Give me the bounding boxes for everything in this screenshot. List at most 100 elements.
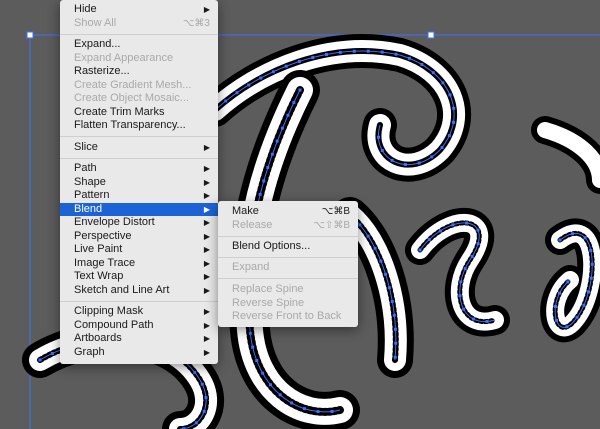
anchor-point[interactable] — [431, 71, 435, 75]
anchor-point[interactable] — [582, 303, 586, 307]
anchor-point[interactable] — [583, 236, 587, 240]
anchor-point[interactable] — [258, 192, 262, 196]
anchor-point[interactable] — [316, 410, 320, 414]
anchor-point[interactable] — [380, 50, 384, 54]
menu-item-show-all[interactable]: Show All ⌥⌘3 — [60, 17, 218, 31]
anchor-point[interactable] — [352, 49, 356, 53]
anchor-point[interactable] — [390, 158, 394, 162]
anchor-point[interactable] — [392, 313, 396, 317]
anchor-point[interactable] — [270, 152, 274, 156]
anchor-point[interactable] — [338, 50, 342, 54]
anchor-point[interactable] — [427, 238, 431, 242]
anchor-point[interactable] — [366, 234, 370, 238]
anchor-point[interactable] — [298, 88, 302, 92]
anchor-point[interactable] — [566, 280, 570, 284]
anchor-point[interactable] — [330, 409, 334, 413]
anchor-point[interactable] — [418, 248, 422, 252]
menu-item-release[interactable]: Release ⌥⇧⌘B — [218, 219, 358, 233]
anchor-point[interactable] — [50, 351, 54, 355]
anchor-point[interactable] — [555, 318, 559, 322]
anchor-point[interactable] — [311, 56, 315, 60]
anchor-point[interactable] — [390, 299, 394, 303]
menu-item-shape[interactable]: Shape ▶ — [60, 176, 218, 190]
anchor-point[interactable] — [373, 246, 377, 250]
anchor-point[interactable] — [417, 161, 421, 165]
anchor-point[interactable] — [290, 401, 294, 405]
anchor-point[interactable] — [259, 76, 263, 80]
anchor-point[interactable] — [403, 163, 407, 167]
anchor-point[interactable] — [393, 355, 397, 359]
menu-item-artboards[interactable]: Artboards ▶ — [60, 332, 218, 346]
menu-item-clipping-mask[interactable]: Clipping Mask ▶ — [60, 305, 218, 319]
anchor-point[interactable] — [448, 93, 452, 97]
anchor-point[interactable] — [376, 135, 380, 139]
menu-item-flatten-transparency[interactable]: Flatten Transparency... — [60, 119, 218, 133]
anchor-point[interactable] — [463, 267, 467, 271]
anchor-point[interactable] — [268, 383, 272, 387]
anchor-point[interactable] — [447, 134, 451, 138]
menu-item-rasterize[interactable]: Rasterize... — [60, 65, 218, 79]
menu-item-pattern[interactable]: Pattern ▶ — [60, 189, 218, 203]
anchor-point[interactable] — [224, 99, 228, 103]
anchor-point[interactable] — [452, 106, 456, 110]
anchor-point[interactable] — [553, 304, 557, 308]
anchor-point[interactable] — [38, 358, 42, 362]
anchor-point[interactable] — [575, 315, 579, 319]
menu-item-make[interactable]: Make ⌥⌘B — [218, 205, 358, 219]
anchor-point[interactable] — [284, 64, 288, 68]
anchor-point[interactable] — [470, 254, 474, 258]
menu-item-envelope-distort[interactable]: Envelope Distort ▶ — [60, 216, 218, 230]
anchor-point[interactable] — [590, 262, 594, 266]
anchor-point[interactable] — [440, 146, 444, 150]
menu-item-create-trim-marks[interactable]: Create Trim Marks — [60, 106, 218, 120]
anchor-point[interactable] — [393, 327, 397, 331]
anchor-point[interactable] — [558, 238, 562, 242]
menu-item-path[interactable]: Path ▶ — [60, 162, 218, 176]
menu-item-blend-options[interactable]: Blend Options... — [218, 240, 358, 254]
anchor-point[interactable] — [451, 120, 455, 124]
anchor-point[interactable] — [204, 396, 208, 400]
anchor-point[interactable] — [451, 223, 455, 227]
menu-item-image-trace[interactable]: Image Trace ▶ — [60, 257, 218, 271]
menu-item-expand[interactable]: Expand... — [60, 38, 218, 52]
anchor-point[interactable] — [394, 52, 398, 56]
anchor-point[interactable] — [266, 166, 270, 170]
menu-item-compound-path[interactable]: Compound Path ▶ — [60, 319, 218, 333]
menu-item-create-object-mosaic[interactable]: Create Object Mosaic... — [60, 92, 218, 106]
anchor-point[interactable] — [476, 228, 480, 232]
anchor-point[interactable] — [255, 359, 259, 363]
menu-item-live-paint[interactable]: Live Paint ▶ — [60, 243, 218, 257]
anchor-point[interactable] — [458, 294, 462, 298]
menu-item-reverse-spine[interactable]: Reverse Spine — [218, 297, 358, 311]
anchor-point[interactable] — [380, 149, 384, 153]
anchor-point[interactable] — [248, 331, 252, 335]
anchor-point[interactable] — [589, 276, 593, 280]
anchor-point[interactable] — [430, 155, 434, 159]
anchor-point[interactable] — [302, 407, 306, 411]
anchor-point[interactable] — [275, 139, 279, 143]
anchor-point[interactable] — [286, 113, 290, 117]
anchor-point[interactable] — [465, 221, 469, 225]
anchor-point[interactable] — [292, 101, 296, 105]
menu-item-sketch-and-line-art[interactable]: Sketch and Line Art ▶ — [60, 284, 218, 298]
anchor-point[interactable] — [589, 248, 593, 252]
anchor-point[interactable] — [262, 179, 266, 183]
anchor-point[interactable] — [570, 232, 574, 236]
anchor-point[interactable] — [459, 280, 463, 284]
anchor-point[interactable] — [193, 370, 197, 374]
anchor-point[interactable] — [407, 56, 411, 60]
anchor-point[interactable] — [586, 290, 590, 294]
anchor-point[interactable] — [358, 223, 362, 227]
anchor-point[interactable] — [280, 126, 284, 130]
menu-item-reverse-front-to-back[interactable]: Reverse Front to Back — [218, 310, 358, 324]
anchor-point[interactable] — [441, 81, 445, 85]
anchor-point[interactable] — [247, 83, 251, 87]
anchor-point[interactable] — [366, 49, 370, 53]
anchor-point[interactable] — [558, 291, 562, 295]
anchor-point[interactable] — [261, 371, 265, 375]
menu-item-hide[interactable]: Hide ▶ — [60, 3, 218, 17]
anchor-point[interactable] — [384, 272, 388, 276]
anchor-point[interactable] — [271, 70, 275, 74]
menu-item-perspective[interactable]: Perspective ▶ — [60, 230, 218, 244]
bounding-box-handle[interactable] — [26, 31, 34, 39]
